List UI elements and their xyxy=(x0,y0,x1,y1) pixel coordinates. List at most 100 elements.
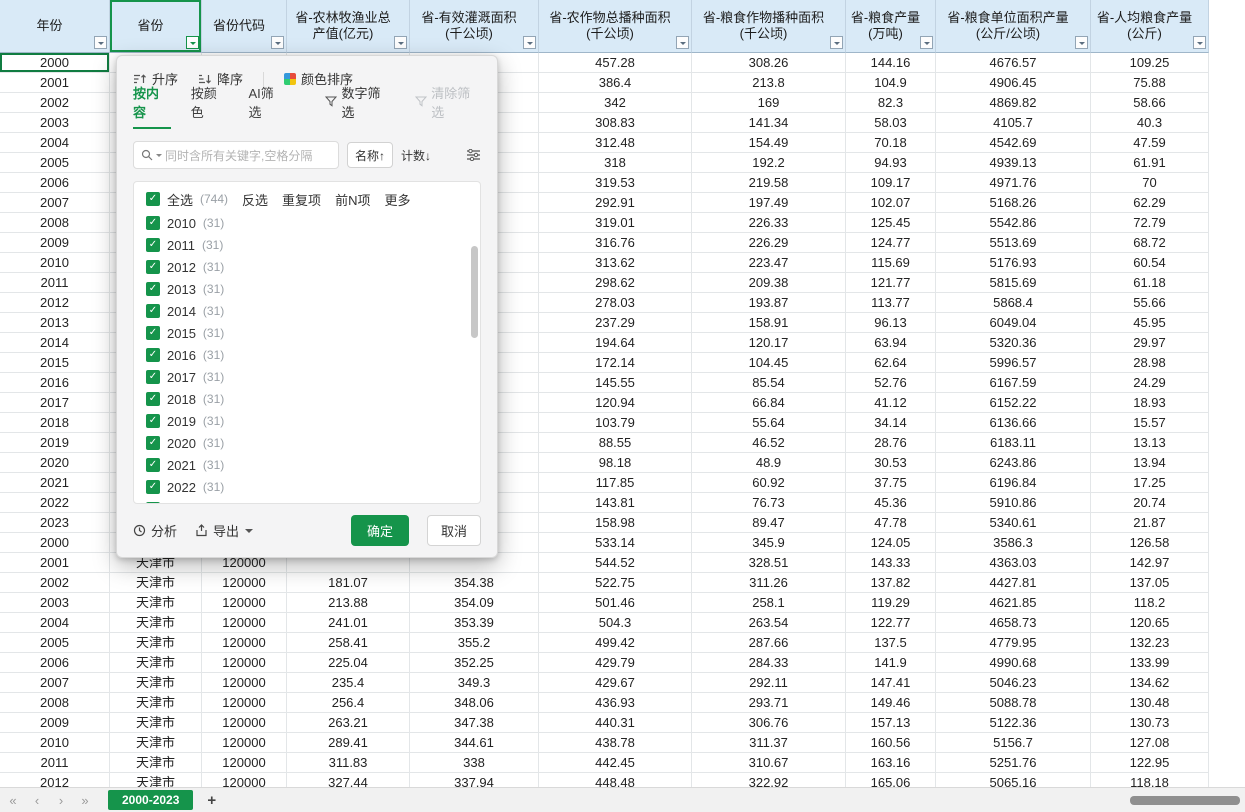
data-cell[interactable]: 311.83 xyxy=(287,753,410,773)
data-cell[interactable]: 141.34 xyxy=(692,113,846,133)
data-cell[interactable]: 55.64 xyxy=(692,413,846,433)
data-cell[interactable]: 60.92 xyxy=(692,473,846,493)
data-cell[interactable]: 209.38 xyxy=(692,273,846,293)
data-cell[interactable]: 499.42 xyxy=(539,633,692,653)
data-cell[interactable]: 70 xyxy=(1091,173,1209,193)
data-cell[interactable]: 88.55 xyxy=(539,433,692,453)
data-cell[interactable]: 118.18 xyxy=(1091,773,1209,787)
data-cell[interactable]: 120000 xyxy=(202,673,287,693)
data-cell[interactable]: 天津市 xyxy=(110,593,202,613)
data-cell[interactable]: 41.12 xyxy=(846,393,936,413)
data-cell[interactable]: 5910.86 xyxy=(936,493,1091,513)
year-cell[interactable]: 2009 xyxy=(0,233,110,253)
year-cell[interactable]: 2008 xyxy=(0,213,110,233)
data-cell[interactable]: 158.98 xyxy=(539,513,692,533)
column-header[interactable]: 省-粮食单位面积产量 (公斤/公顷) xyxy=(936,0,1091,53)
data-cell[interactable]: 5088.78 xyxy=(936,693,1091,713)
column-header[interactable]: 省-粮食作物播种面积 (千公顷) xyxy=(692,0,846,53)
data-cell[interactable]: 143.81 xyxy=(539,493,692,513)
year-cell[interactable]: 2017 xyxy=(0,393,110,413)
data-cell[interactable]: 15.57 xyxy=(1091,413,1209,433)
year-cell[interactable]: 2001 xyxy=(0,73,110,93)
column-header[interactable]: 省-粮食产量 (万吨) xyxy=(846,0,936,53)
data-cell[interactable]: 113.77 xyxy=(846,293,936,313)
data-cell[interactable]: 124.77 xyxy=(846,233,936,253)
data-cell[interactable]: 29.97 xyxy=(1091,333,1209,353)
data-cell[interactable]: 5868.4 xyxy=(936,293,1091,313)
data-cell[interactable]: 4990.68 xyxy=(936,653,1091,673)
filter-dropdown-button[interactable] xyxy=(394,36,407,49)
data-cell[interactable]: 48.9 xyxy=(692,453,846,473)
data-cell[interactable]: 344.61 xyxy=(410,733,539,753)
checkbox-checked-icon[interactable]: ✓ xyxy=(146,458,160,472)
data-cell[interactable]: 225.04 xyxy=(287,653,410,673)
data-cell[interactable]: 122.95 xyxy=(1091,753,1209,773)
checkbox-checked-icon[interactable]: ✓ xyxy=(146,436,160,450)
data-cell[interactable]: 438.78 xyxy=(539,733,692,753)
data-cell[interactable]: 263.21 xyxy=(287,713,410,733)
year-cell[interactable]: 2005 xyxy=(0,633,110,653)
filter-dropdown-button[interactable] xyxy=(920,36,933,49)
data-cell[interactable]: 298.62 xyxy=(539,273,692,293)
filter-item[interactable]: ✓2022(31) xyxy=(134,476,480,498)
data-cell[interactable]: 327.44 xyxy=(287,773,410,787)
data-cell[interactable]: 4906.45 xyxy=(936,73,1091,93)
data-cell[interactable]: 103.79 xyxy=(539,413,692,433)
clear-filter-button[interactable]: 清除筛选 xyxy=(415,83,481,129)
data-cell[interactable]: 61.18 xyxy=(1091,273,1209,293)
data-cell[interactable]: 55.66 xyxy=(1091,293,1209,313)
data-cell[interactable]: 5065.16 xyxy=(936,773,1091,787)
filter-item[interactable]: ✓2015(31) xyxy=(134,322,480,344)
data-cell[interactable]: 5251.76 xyxy=(936,753,1091,773)
data-cell[interactable]: 345.9 xyxy=(692,533,846,553)
data-cell[interactable]: 130.73 xyxy=(1091,713,1209,733)
more-link[interactable]: 更多 xyxy=(384,190,410,209)
column-header[interactable]: 省份代码 xyxy=(202,0,287,53)
data-cell[interactable]: 天津市 xyxy=(110,773,202,787)
data-cell[interactable]: 181.07 xyxy=(287,573,410,593)
data-cell[interactable]: 306.76 xyxy=(692,713,846,733)
year-cell[interactable]: 2004 xyxy=(0,613,110,633)
data-cell[interactable]: 352.25 xyxy=(410,653,539,673)
checkbox-checked-icon[interactable]: ✓ xyxy=(146,392,160,406)
filter-item[interactable]: ✓2016(31) xyxy=(134,344,480,366)
data-cell[interactable]: 120000 xyxy=(202,653,287,673)
duplicates-link[interactable]: 重复项 xyxy=(282,190,321,209)
data-cell[interactable]: 504.3 xyxy=(539,613,692,633)
filter-item[interactable]: ✓2021(31) xyxy=(134,454,480,476)
filter-dropdown-button[interactable] xyxy=(523,36,536,49)
filter-dropdown-button[interactable] xyxy=(271,36,284,49)
year-cell[interactable]: 2022 xyxy=(0,493,110,513)
sort-by-count-button[interactable]: 计数↓ xyxy=(401,147,431,164)
data-cell[interactable]: 289.41 xyxy=(287,733,410,753)
data-cell[interactable]: 311.37 xyxy=(692,733,846,753)
data-cell[interactable]: 5340.61 xyxy=(936,513,1091,533)
year-cell[interactable]: 2014 xyxy=(0,333,110,353)
data-cell[interactable]: 120.17 xyxy=(692,333,846,353)
data-cell[interactable]: 天津市 xyxy=(110,753,202,773)
data-cell[interactable]: 165.06 xyxy=(846,773,936,787)
last-sheet-icon[interactable]: » xyxy=(78,788,92,812)
data-cell[interactable]: 4621.85 xyxy=(936,593,1091,613)
year-cell[interactable]: 2011 xyxy=(0,753,110,773)
analyze-button[interactable]: 分析 xyxy=(133,521,177,540)
data-cell[interactable]: 天津市 xyxy=(110,733,202,753)
data-cell[interactable]: 147.41 xyxy=(846,673,936,693)
data-cell[interactable]: 310.67 xyxy=(692,753,846,773)
data-cell[interactable]: 5513.69 xyxy=(936,233,1091,253)
column-header[interactable]: 省份 xyxy=(110,0,202,53)
data-cell[interactable]: 122.77 xyxy=(846,613,936,633)
data-cell[interactable]: 258.1 xyxy=(692,593,846,613)
data-cell[interactable]: 157.13 xyxy=(846,713,936,733)
data-cell[interactable]: 46.52 xyxy=(692,433,846,453)
filter-item[interactable]: ✓2012(31) xyxy=(134,256,480,278)
data-cell[interactable]: 58.66 xyxy=(1091,93,1209,113)
display-options-icon[interactable] xyxy=(466,149,481,161)
checkbox-checked-icon[interactable]: ✓ xyxy=(146,238,160,252)
year-cell[interactable]: 2020 xyxy=(0,453,110,473)
data-cell[interactable]: 120000 xyxy=(202,753,287,773)
data-cell[interactable]: 70.18 xyxy=(846,133,936,153)
year-cell[interactable]: 2011 xyxy=(0,273,110,293)
data-cell[interactable]: 258.41 xyxy=(287,633,410,653)
year-cell[interactable]: 2010 xyxy=(0,253,110,273)
